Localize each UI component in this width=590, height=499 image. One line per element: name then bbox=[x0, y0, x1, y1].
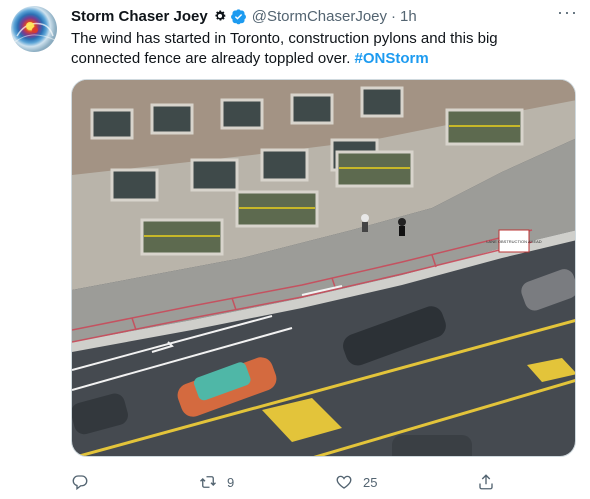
like-button[interactable]: 25 bbox=[335, 472, 377, 492]
hashtag-link[interactable]: #ONStorm bbox=[355, 50, 429, 67]
reply-icon bbox=[72, 475, 88, 491]
separator-dot: · bbox=[391, 7, 397, 25]
author-avatar[interactable] bbox=[11, 6, 57, 52]
tweet-photo[interactable]: LANE OBSTRUCTION AHEAD bbox=[71, 79, 576, 457]
retweet-count: 9 bbox=[227, 474, 235, 490]
like-icon bbox=[336, 475, 352, 489]
storm-radar-avatar bbox=[14, 22, 56, 43]
author-name[interactable]: Storm Chaser Joey bbox=[71, 8, 208, 25]
share-button[interactable] bbox=[477, 472, 495, 492]
author-handle[interactable]: @StormChaserJoey bbox=[252, 8, 387, 25]
tweet-timestamp[interactable]: 1h bbox=[400, 8, 417, 25]
tweet-card[interactable]: Storm Chaser Joey @StormChaserJoey · 1h … bbox=[0, 0, 590, 499]
share-icon bbox=[479, 474, 493, 490]
more-icon[interactable]: ··· bbox=[557, 3, 577, 23]
verified-badge-icon bbox=[230, 8, 247, 25]
like-count: 25 bbox=[363, 474, 378, 490]
action-bar: 9 25 bbox=[71, 472, 576, 492]
retweet-icon bbox=[200, 476, 216, 488]
tweet-text: The wind has started in Toronto, constru… bbox=[71, 29, 571, 69]
reply-button[interactable] bbox=[71, 472, 99, 492]
retweet-button[interactable]: 9 bbox=[199, 472, 234, 492]
gear-icon bbox=[213, 9, 227, 23]
tweet-body: The wind has started in Toronto, constru… bbox=[71, 30, 498, 67]
street-scene-photo: LANE OBSTRUCTION AHEAD bbox=[72, 80, 575, 456]
tweet-header: Storm Chaser Joey @StormChaserJoey · 1h bbox=[71, 6, 417, 26]
lane-obstruction-sign: LANE OBSTRUCTION AHEAD bbox=[486, 239, 541, 244]
